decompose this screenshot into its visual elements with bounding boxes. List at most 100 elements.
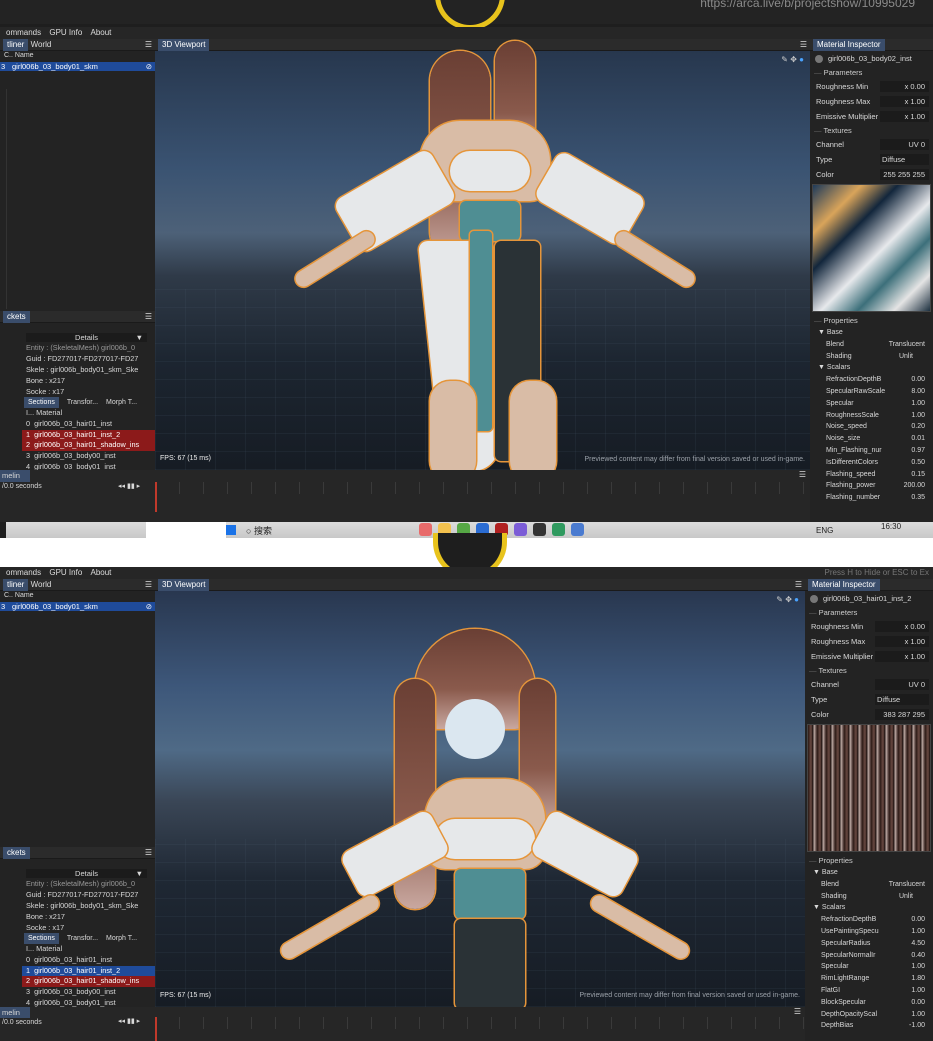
tab-3d-viewport[interactable]: 3D Viewport xyxy=(158,579,210,591)
menu-commands[interactable]: ommands xyxy=(6,28,41,37)
tab-sections[interactable]: Sections xyxy=(24,933,59,944)
app-icon[interactable] xyxy=(552,523,565,536)
channel-value[interactable]: UV 0 xyxy=(875,679,929,690)
tab-sockets[interactable]: ckets xyxy=(3,847,30,859)
scalar-value[interactable]: 8.00 xyxy=(911,386,925,398)
param-value[interactable]: x 0.00 xyxy=(880,81,929,92)
scalars-group[interactable]: ▼ Scalars xyxy=(810,362,933,374)
visibility-off-icon[interactable]: ⊘ xyxy=(146,62,152,71)
menu-about[interactable]: About xyxy=(91,568,112,577)
base-group[interactable]: ▼ Base xyxy=(810,327,933,339)
param-value[interactable]: x 1.00 xyxy=(880,111,929,122)
scalar-value[interactable]: -1.00 xyxy=(909,1020,925,1032)
scalar-value[interactable]: 0.20 xyxy=(911,421,925,433)
scalar-value[interactable]: 1.00 xyxy=(911,926,925,938)
param-value[interactable]: x 1.00 xyxy=(875,651,929,662)
texture-preview[interactable] xyxy=(812,184,931,312)
playhead[interactable] xyxy=(155,482,157,512)
base-group[interactable]: ▼ Base xyxy=(805,867,933,879)
brush-icon[interactable]: ✎ xyxy=(781,55,788,64)
visibility-off-icon[interactable]: ⊘ xyxy=(146,602,152,611)
material-row[interactable]: 0 girl006b_03_hair01_inst xyxy=(22,955,155,966)
panel-menu-icon[interactable]: ☰ xyxy=(145,579,152,591)
scalar-value[interactable]: 0.35 xyxy=(911,492,925,504)
panel-menu-icon[interactable]: ☰ xyxy=(795,579,802,591)
globe-icon[interactable]: ● xyxy=(794,595,799,604)
shading-value[interactable]: Unlit xyxy=(899,891,913,903)
details-dropdown[interactable]: Details ▼ xyxy=(26,333,147,342)
scalar-value[interactable]: 200.00 xyxy=(904,480,925,492)
viewport-3d[interactable]: 3D Viewport ☰ ✎ ✥ ● FPS: 67 (15 ms) Prev… xyxy=(155,39,810,470)
scalar-value[interactable]: 0.97 xyxy=(911,445,925,457)
texture-preview[interactable] xyxy=(807,724,931,852)
scalar-value[interactable]: 1.00 xyxy=(911,398,925,410)
scalar-value[interactable]: 0.50 xyxy=(911,457,925,469)
play-icon[interactable]: ▸ xyxy=(137,483,141,490)
panel-menu-icon[interactable]: ☰ xyxy=(794,1007,801,1016)
tab-outliner[interactable]: tliner xyxy=(3,579,29,591)
app-icon[interactable] xyxy=(419,523,432,536)
blend-value[interactable]: Translucent xyxy=(889,339,925,351)
rewind-icon[interactable]: ◂◂ xyxy=(118,483,125,490)
tab-transform[interactable]: Transfor... xyxy=(67,935,98,942)
tab-3d-viewport[interactable]: 3D Viewport xyxy=(158,39,210,51)
type-value[interactable]: Diffuse xyxy=(880,154,929,165)
scalar-value[interactable]: 1.00 xyxy=(911,961,925,973)
tab-material-inspector[interactable]: Material Inspector xyxy=(808,579,880,591)
rewind-icon[interactable]: ◂◂ xyxy=(118,1018,125,1025)
blend-value[interactable]: Translucent xyxy=(889,879,925,891)
panel-menu-icon[interactable]: ☰ xyxy=(145,311,152,323)
material-row[interactable]: 2 girl006b_03_hair01_shadow_ins xyxy=(22,976,155,988)
tab-morph[interactable]: Morph T... xyxy=(106,935,137,942)
material-row[interactable]: 3 girl006b_03_body00_inst xyxy=(22,987,155,998)
scalar-value[interactable]: 1.00 xyxy=(911,1009,925,1021)
color-value[interactable]: 255 255 255 xyxy=(880,169,929,180)
param-value[interactable]: x 0.00 xyxy=(875,621,929,632)
tab-outliner[interactable]: tliner xyxy=(3,39,29,51)
move-icon[interactable]: ✥ xyxy=(790,55,797,64)
taskbar-lang[interactable]: ENG xyxy=(816,526,833,535)
app-icon[interactable] xyxy=(514,523,527,536)
tab-timeline[interactable]: melin xyxy=(0,1007,30,1018)
tab-morph[interactable]: Morph T... xyxy=(106,399,137,406)
scalars-group[interactable]: ▼ Scalars xyxy=(805,902,933,914)
app-icon[interactable] xyxy=(571,523,584,536)
param-value[interactable]: x 1.00 xyxy=(880,96,929,107)
tab-material-inspector[interactable]: Material Inspector xyxy=(813,39,885,51)
windows-start-icon[interactable] xyxy=(226,525,236,535)
channel-value[interactable]: UV 0 xyxy=(880,139,929,150)
brush-icon[interactable]: ✎ xyxy=(776,595,783,604)
scalar-value[interactable]: 0.15 xyxy=(911,469,925,481)
panel-menu-icon[interactable]: ☰ xyxy=(800,39,807,51)
details-dropdown[interactable]: Details ▼ xyxy=(26,869,147,878)
playhead[interactable] xyxy=(155,1017,157,1041)
tab-world[interactable]: World xyxy=(31,40,52,49)
scalar-value[interactable]: 0.00 xyxy=(911,374,925,386)
material-row[interactable]: 3 girl006b_03_body00_inst xyxy=(22,451,155,462)
type-value[interactable]: Diffuse xyxy=(875,694,929,705)
taskbar-time[interactable]: 16:30 xyxy=(881,522,901,531)
scalar-value[interactable]: 1.00 xyxy=(911,985,925,997)
pause-icon[interactable]: ▮▮ xyxy=(127,483,135,490)
globe-icon[interactable]: ● xyxy=(799,55,804,64)
play-icon[interactable]: ▸ xyxy=(137,1018,141,1025)
tab-sections[interactable]: Sections xyxy=(24,397,59,408)
param-value[interactable]: x 1.00 xyxy=(875,636,929,647)
scalar-value[interactable]: 0.00 xyxy=(911,997,925,1009)
color-value[interactable]: 383 287 295 xyxy=(875,709,929,720)
app-icon[interactable] xyxy=(533,523,546,536)
menu-commands[interactable]: ommands xyxy=(6,568,41,577)
scalar-value[interactable]: 4.50 xyxy=(911,938,925,950)
material-row[interactable]: 1 girl006b_03_hair01_inst_2 xyxy=(22,965,155,977)
move-icon[interactable]: ✥ xyxy=(785,595,792,604)
menu-about[interactable]: About xyxy=(91,28,112,37)
tab-transform[interactable]: Transfor... xyxy=(67,399,98,406)
material-row[interactable]: 0 girl006b_03_hair01_inst xyxy=(22,419,155,430)
scalar-value[interactable]: 0.01 xyxy=(911,433,925,445)
material-row[interactable]: 2 girl006b_03_hair01_shadow_ins xyxy=(22,440,155,452)
viewport-3d[interactable]: 3D Viewport ☰ ✎ ✥ ● FPS: 67 (15 ms) Prev… xyxy=(155,579,805,1007)
scalar-value[interactable]: 0.40 xyxy=(911,950,925,962)
material-row[interactable]: 1 girl006b_03_hair01_inst_2 xyxy=(22,429,155,441)
pause-icon[interactable]: ▮▮ xyxy=(127,1018,135,1025)
panel-menu-icon[interactable]: ☰ xyxy=(799,470,806,479)
